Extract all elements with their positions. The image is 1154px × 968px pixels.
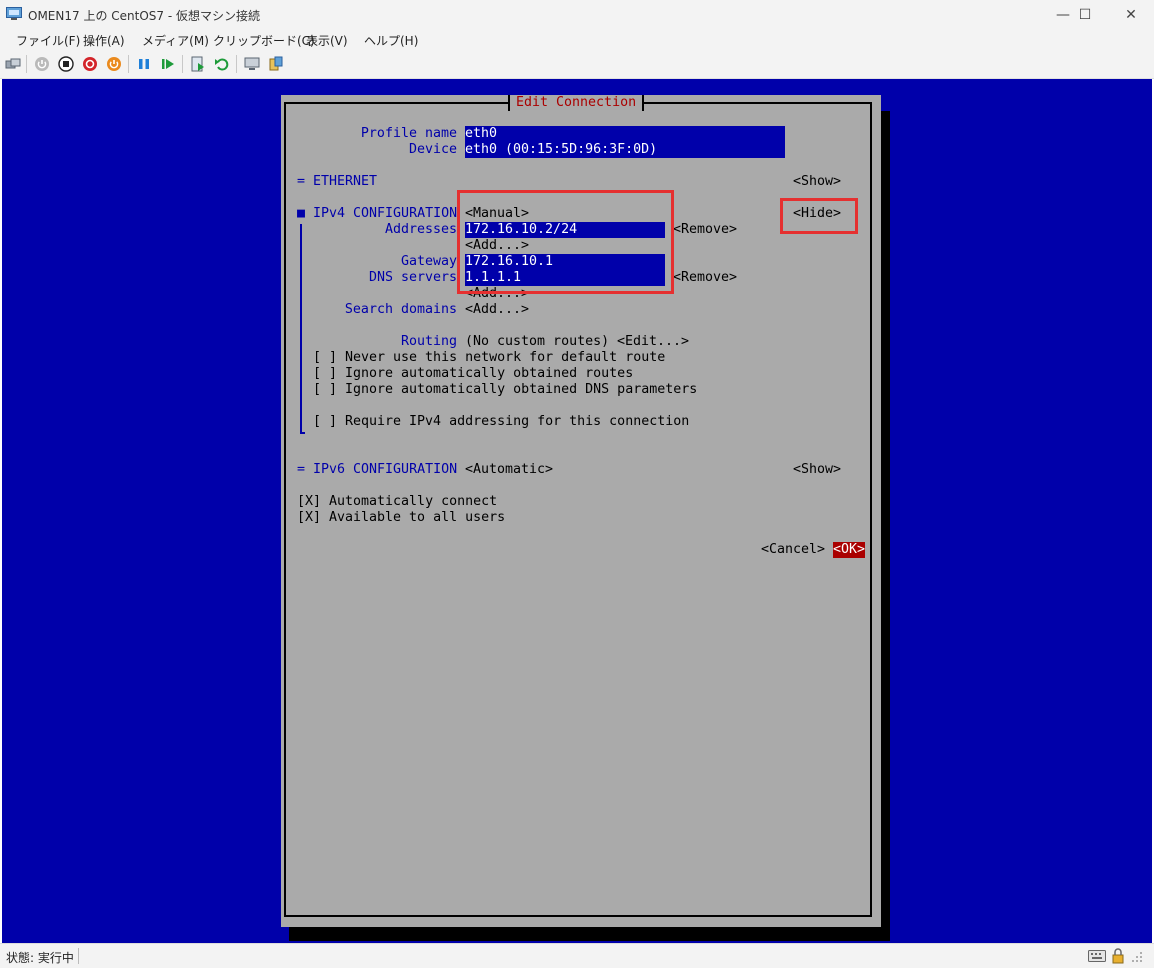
profile-name-field[interactable]: eth0	[465, 126, 785, 142]
toolbar-separator	[182, 55, 183, 73]
ethernet-section-label: ETHERNET	[313, 174, 378, 189]
toolbar-separator	[128, 55, 129, 73]
auto-connect-label: Automatically connect	[329, 494, 498, 509]
virtual-machine-connection-icon	[6, 7, 22, 20]
addresses-label: Addresses	[384, 222, 457, 237]
search-domains-label: Search domains	[344, 302, 457, 317]
revert-icon[interactable]	[214, 56, 230, 72]
ethernet-collapsed-marker: =	[297, 174, 306, 189]
maximize-button[interactable]: ☐	[1062, 0, 1108, 30]
resize-grip-icon[interactable]	[1130, 950, 1144, 964]
menu-file[interactable]: ファイル(F)	[16, 32, 80, 49]
power-icon[interactable]	[106, 56, 122, 72]
ipv6-method-automatic-button[interactable]: <Automatic>	[465, 462, 553, 478]
routing-value: (No custom routes)	[465, 334, 610, 349]
dns-remove-button[interactable]: <Remove>	[673, 270, 737, 286]
menu-help[interactable]: ヘルプ(H)	[364, 32, 418, 49]
toolbar-separator	[26, 55, 27, 73]
device-label: Device	[408, 142, 457, 157]
routing-label: Routing	[400, 334, 457, 349]
menu-view[interactable]: 表示(V)	[306, 32, 348, 49]
device-field[interactable]: eth0 (00:15:5D:96:3F:0D)	[465, 142, 785, 158]
ipv4-section-bracket	[300, 224, 302, 434]
ipv4-settings-highlight-box	[457, 190, 674, 294]
cancel-button[interactable]: <Cancel>	[761, 542, 825, 558]
ipv4-section-bracket-end	[300, 432, 305, 434]
edit-connection-dialog: Edit Connection Profile name eth0 Device…	[281, 95, 881, 927]
enhanced-session-icon[interactable]	[244, 56, 260, 72]
menu-media[interactable]: メディア(M)	[142, 32, 209, 49]
address-remove-button[interactable]: <Remove>	[673, 222, 737, 238]
ok-button[interactable]: <OK>	[833, 542, 866, 558]
status-separator	[78, 948, 79, 964]
routing-edit-button[interactable]: <Edit...>	[617, 334, 689, 350]
checkpoint-icon[interactable]	[190, 56, 206, 72]
toolbar	[0, 50, 1154, 79]
lock-icon	[1112, 948, 1124, 964]
resume-icon[interactable]	[160, 56, 176, 72]
hide-button-highlight-box	[780, 198, 858, 234]
start-icon[interactable]	[34, 56, 50, 72]
vm-console[interactable]: Edit Connection Profile name eth0 Device…	[2, 79, 1152, 943]
all-users-label: Available to all users	[329, 510, 506, 525]
search-domains-add-button[interactable]: <Add...>	[465, 302, 529, 318]
ethernet-show-button[interactable]: <Show>	[793, 174, 841, 190]
ipv4-section-label: IPv4 CONFIGURATION	[313, 206, 458, 221]
keyboard-icon	[1088, 950, 1106, 962]
window-title: OMEN17 上の CentOS7 - 仮想マシン接続	[28, 9, 260, 23]
menu-clipboard[interactable]: クリップボード(C)	[213, 32, 315, 49]
menu-bar: ファイル(F) 操作(A) メディア(M) クリップボード(C) 表示(V) ヘ…	[0, 30, 1154, 50]
menu-action[interactable]: 操作(A)	[83, 32, 125, 49]
ipv6-show-button[interactable]: <Show>	[793, 462, 841, 478]
ctrl-alt-del-icon[interactable]	[5, 56, 21, 72]
dialog-title: Edit Connection	[508, 95, 645, 111]
ignore-routes-checkbox[interactable]: [ ]	[313, 366, 337, 382]
auto-connect-checkbox[interactable]: [X]	[297, 494, 321, 510]
vm-status-text: 状態: 実行中	[6, 951, 74, 965]
require-ipv4-checkbox[interactable]: [ ]	[313, 414, 337, 430]
toolbar-separator	[236, 55, 237, 73]
ipv6-collapsed-marker: =	[297, 462, 306, 477]
pause-icon[interactable]	[136, 56, 152, 72]
ignore-routes-label: Ignore automatically obtained routes	[345, 366, 634, 381]
require-ipv4-label: Require IPv4 addressing for this connect…	[345, 414, 690, 429]
ipv4-expanded-marker: ■	[297, 206, 306, 221]
window-title-bar: OMEN17 上の CentOS7 - 仮想マシン接続 — ☐ ✕	[0, 0, 1154, 30]
turn-off-icon[interactable]	[58, 56, 74, 72]
never-default-checkbox[interactable]: [ ]	[313, 350, 337, 366]
shutdown-icon[interactable]	[82, 56, 98, 72]
all-users-checkbox[interactable]: [X]	[297, 510, 321, 526]
ignore-dns-checkbox[interactable]: [ ]	[313, 382, 337, 398]
gateway-label: Gateway	[400, 254, 457, 269]
dns-servers-label: DNS servers	[368, 270, 457, 285]
ignore-dns-label: Ignore automatically obtained DNS parame…	[345, 382, 698, 397]
ipv6-section-label: IPv6 CONFIGURATION	[313, 462, 458, 477]
share-icon[interactable]	[268, 56, 284, 72]
profile-name-label: Profile name	[360, 126, 457, 141]
never-default-label: Never use this network for default route	[345, 350, 666, 365]
status-bar: 状態: 実行中	[0, 943, 1154, 968]
close-button[interactable]: ✕	[1108, 0, 1154, 30]
